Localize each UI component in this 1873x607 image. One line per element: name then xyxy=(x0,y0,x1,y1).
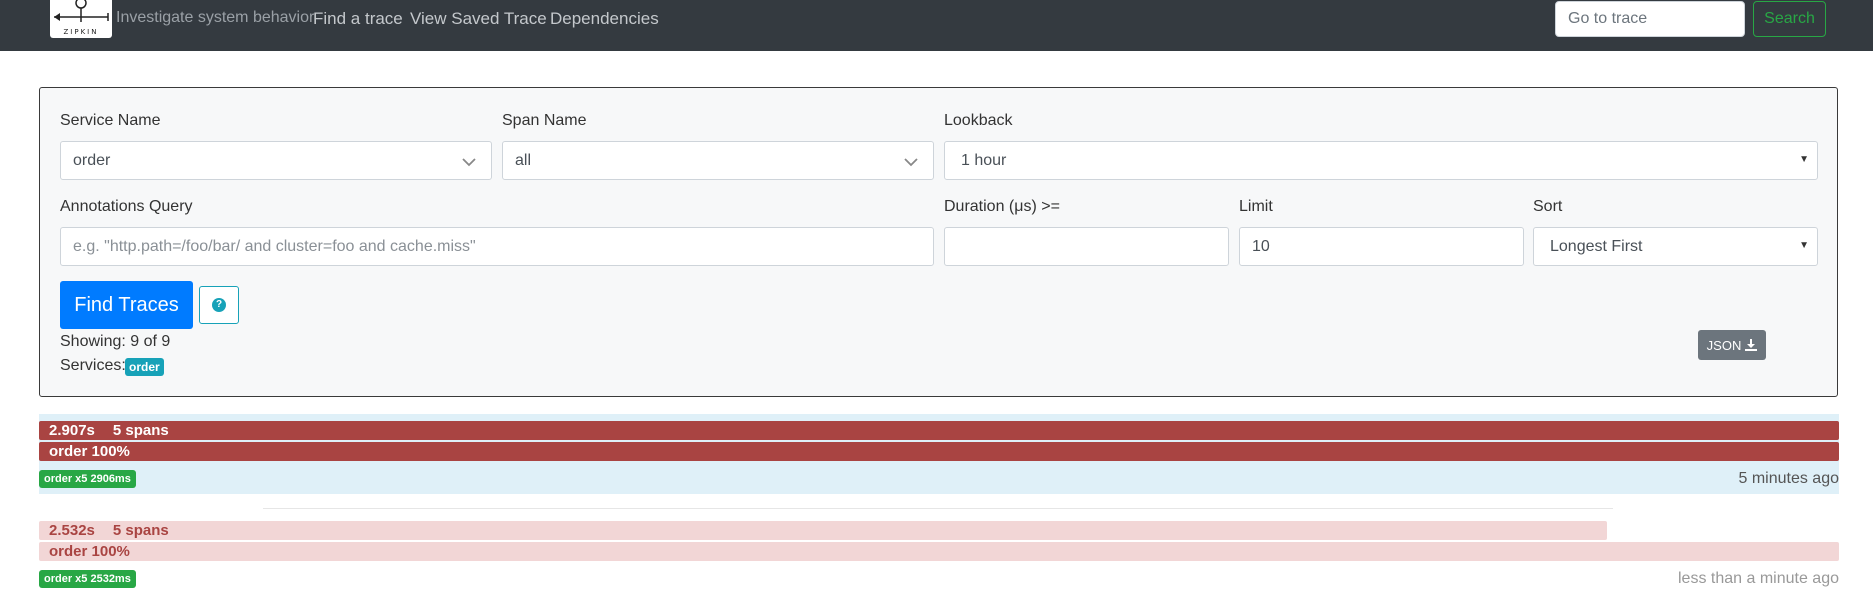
go-to-trace-input[interactable] xyxy=(1555,1,1745,37)
span-name-label: Span Name xyxy=(502,112,587,129)
services-label: Services: xyxy=(60,357,126,374)
caret-down-icon: ▼ xyxy=(1799,154,1809,165)
trace-service-bar: order 100% xyxy=(39,442,1839,461)
trace-service-bar: order 100% xyxy=(39,542,1839,561)
annotations-query-field[interactable] xyxy=(60,227,934,266)
nav-find-a-trace[interactable]: Find a trace xyxy=(313,9,403,29)
divider xyxy=(263,508,1613,509)
help-button[interactable]: ? xyxy=(199,286,239,324)
trace-timestamp: 5 minutes ago xyxy=(1738,470,1839,487)
annotations-query-input[interactable] xyxy=(73,228,921,265)
json-download-button[interactable]: JSON xyxy=(1698,330,1766,360)
chevron-down-icon xyxy=(462,158,476,167)
nav-dependencies[interactable]: Dependencies xyxy=(550,9,659,29)
sort-select[interactable]: Longest First ▼ xyxy=(1533,227,1818,266)
duration-label: Duration (μs) >= xyxy=(944,198,1060,215)
zipkin-logo[interactable]: ZIPKIN xyxy=(50,0,112,38)
trace-duration: 2.532s xyxy=(49,522,95,539)
trace-service-badge: order x5 2532ms xyxy=(39,570,136,588)
annotations-query-label: Annotations Query xyxy=(60,198,193,215)
service-badge[interactable]: order xyxy=(125,358,164,376)
trace-service-percentage: order 100% xyxy=(49,543,130,560)
chevron-down-icon xyxy=(904,158,918,167)
caret-down-icon: ▼ xyxy=(1799,240,1809,251)
trace-timestamp: less than a minute ago xyxy=(1678,570,1839,587)
search-panel: Service Name order Span Name all Lookbac… xyxy=(39,87,1838,397)
service-name-value: order xyxy=(73,151,111,169)
trace-span-count: 5 spans xyxy=(112,422,169,439)
trace-duration-bar: 2.532s 5 spans xyxy=(39,521,1607,540)
question-circle-icon: ? xyxy=(212,298,226,312)
trace-row[interactable]: 2.907s 5 spans order 100% order x5 2906ms… xyxy=(39,414,1839,494)
showing-count: Showing: 9 of 9 xyxy=(60,333,171,350)
duration-field[interactable] xyxy=(944,227,1229,266)
top-navbar: ZIPKIN Investigate system behavior Find … xyxy=(0,0,1873,51)
nav-view-saved-trace[interactable]: View Saved Trace xyxy=(410,9,547,29)
limit-field[interactable] xyxy=(1239,227,1524,266)
logo-text: ZIPKIN xyxy=(63,28,99,36)
lookback-label: Lookback xyxy=(944,112,1013,129)
find-traces-button[interactable]: Find Traces xyxy=(60,281,193,329)
limit-input[interactable] xyxy=(1252,228,1511,265)
span-name-select[interactable]: all xyxy=(502,141,934,180)
service-name-label: Service Name xyxy=(60,112,161,129)
service-name-select[interactable]: order xyxy=(60,141,492,180)
json-label: JSON xyxy=(1706,337,1742,353)
trace-service-badge: order x5 2906ms xyxy=(39,470,136,488)
lookback-select[interactable]: 1 hour ▼ xyxy=(944,141,1818,180)
trace-span-count: 5 spans xyxy=(112,522,169,539)
lookback-value: 1 hour xyxy=(961,151,1007,169)
trace-row[interactable]: 2.532s 5 spans order 100% order x5 2532ms… xyxy=(39,514,1839,594)
trace-duration-bar: 2.907s 5 spans xyxy=(39,421,1839,440)
download-icon xyxy=(1745,339,1758,351)
span-name-value: all xyxy=(515,151,532,169)
trace-duration: 2.907s xyxy=(49,422,95,439)
brand-tagline: Investigate system behavior xyxy=(116,9,315,26)
sort-label: Sort xyxy=(1533,198,1563,215)
search-button[interactable]: Search xyxy=(1753,1,1826,37)
limit-label: Limit xyxy=(1239,198,1273,215)
sort-value: Longest First xyxy=(1550,237,1643,255)
duration-input[interactable] xyxy=(957,228,1216,265)
trace-service-percentage: order 100% xyxy=(49,443,130,460)
